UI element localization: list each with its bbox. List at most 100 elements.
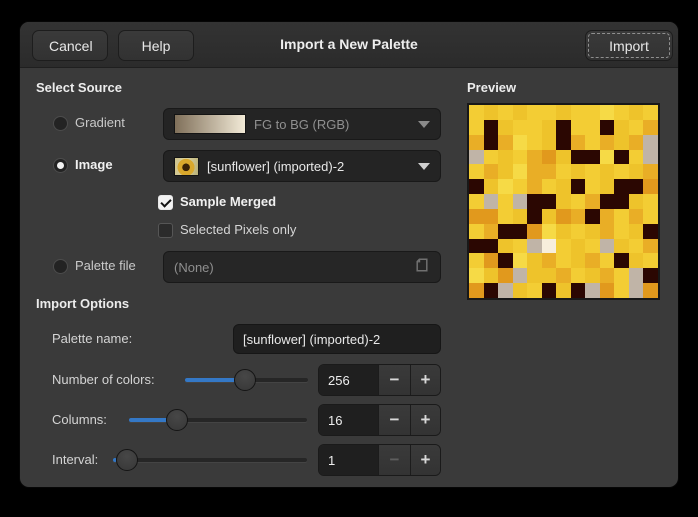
palette-preview-cell xyxy=(469,194,484,209)
palette-preview-cell xyxy=(571,135,586,150)
palette-preview-cell xyxy=(614,179,629,194)
columns-spinner: 16 − + xyxy=(318,404,441,436)
palette-preview-cell xyxy=(469,239,484,254)
palette-preview-cell xyxy=(585,209,600,224)
import-button[interactable]: Import xyxy=(585,30,673,61)
import-palette-dialog: Cancel Help Import a New Palette Import … xyxy=(20,22,678,487)
palette-preview-cell xyxy=(498,209,513,224)
palette-file-radio[interactable] xyxy=(53,259,68,274)
palette-preview-cell xyxy=(469,164,484,179)
palette-preview-cell xyxy=(469,283,484,298)
palette-preview-cell xyxy=(542,253,557,268)
palette-preview-cell xyxy=(542,268,557,283)
sample-merged-checkbox[interactable] xyxy=(158,195,173,210)
palette-preview-cell xyxy=(542,135,557,150)
palette-preview-cell xyxy=(527,135,542,150)
palette-preview-cell xyxy=(513,164,528,179)
palette-preview-cell xyxy=(600,120,615,135)
palette-preview-cell xyxy=(498,194,513,209)
palette-preview-cell xyxy=(643,194,658,209)
palette-preview-cell xyxy=(556,268,571,283)
minus-button[interactable]: − xyxy=(378,405,410,435)
columns-value[interactable]: 16 xyxy=(319,405,378,435)
palette-preview-cell xyxy=(571,268,586,283)
number-of-colors-label: Number of colors: xyxy=(52,372,155,388)
palette-preview-cell xyxy=(556,120,571,135)
chevron-down-icon xyxy=(418,163,430,170)
palette-preview-cell xyxy=(571,194,586,209)
columns-slider[interactable] xyxy=(129,409,307,431)
palette-preview-cell xyxy=(614,283,629,298)
palette-preview-cell xyxy=(469,120,484,135)
gradient-radio[interactable] xyxy=(53,116,68,131)
interval-spinner: 1 − + xyxy=(318,444,441,476)
image-select[interactable]: [sunflower] (imported)-2 xyxy=(163,150,441,182)
palette-preview-cell xyxy=(469,150,484,165)
palette-preview-cell xyxy=(585,150,600,165)
palette-preview-cell xyxy=(643,179,658,194)
gradient-select[interactable]: FG to BG (RGB) xyxy=(163,108,441,140)
palette-preview-cell xyxy=(484,120,499,135)
minus-button[interactable]: − xyxy=(378,365,410,395)
palette-preview-cell xyxy=(614,150,629,165)
slider-track[interactable] xyxy=(113,458,307,462)
palette-file-chooser-button[interactable]: (None) xyxy=(163,251,441,283)
slider-handle[interactable] xyxy=(116,449,138,471)
palette-preview-cell xyxy=(643,239,658,254)
palette-preview-cell xyxy=(484,105,499,120)
palette-preview-cell xyxy=(513,224,528,239)
palette-preview-cell xyxy=(585,239,600,254)
selected-pixels-label: Selected Pixels only xyxy=(180,222,296,238)
palette-preview-cell xyxy=(484,283,499,298)
slider-handle[interactable] xyxy=(166,409,188,431)
palette-preview-cell xyxy=(600,135,615,150)
palette-preview-cell xyxy=(585,194,600,209)
palette-preview-cell xyxy=(556,179,571,194)
palette-preview-cell xyxy=(571,239,586,254)
palette-preview xyxy=(467,103,660,300)
palette-preview-cell xyxy=(643,283,658,298)
palette-preview-cell xyxy=(498,164,513,179)
palette-preview-cell xyxy=(469,253,484,268)
plus-button[interactable]: + xyxy=(410,445,440,475)
file-icon xyxy=(414,257,430,278)
number-of-colors-spinner: 256 − + xyxy=(318,364,441,396)
interval-slider[interactable] xyxy=(113,449,307,471)
plus-button[interactable]: + xyxy=(410,365,440,395)
selected-pixels-checkbox[interactable] xyxy=(158,223,173,238)
image-radio[interactable] xyxy=(53,158,68,173)
palette-preview-cell xyxy=(484,179,499,194)
palette-preview-cell xyxy=(600,268,615,283)
palette-name-input[interactable] xyxy=(233,324,441,354)
palette-preview-cell xyxy=(629,283,644,298)
palette-preview-cell xyxy=(542,224,557,239)
palette-preview-cell xyxy=(643,164,658,179)
palette-preview-cell xyxy=(614,194,629,209)
palette-preview-cell xyxy=(614,239,629,254)
palette-preview-cell xyxy=(498,150,513,165)
slider-handle[interactable] xyxy=(234,369,256,391)
image-radio-label: Image xyxy=(75,157,113,173)
palette-preview-cell xyxy=(571,209,586,224)
palette-preview-cell xyxy=(600,209,615,224)
palette-preview-cell xyxy=(498,135,513,150)
palette-preview-cell xyxy=(513,105,528,120)
plus-button[interactable]: + xyxy=(410,405,440,435)
palette-preview-cell xyxy=(556,150,571,165)
palette-preview-cell xyxy=(556,194,571,209)
interval-value[interactable]: 1 xyxy=(319,445,378,475)
palette-preview-cell xyxy=(542,283,557,298)
number-of-colors-value[interactable]: 256 xyxy=(319,365,378,395)
number-of-colors-slider[interactable] xyxy=(185,369,308,391)
palette-preview-cell xyxy=(585,283,600,298)
palette-preview-cell xyxy=(527,209,542,224)
palette-preview-cell xyxy=(571,283,586,298)
palette-preview-cell xyxy=(585,164,600,179)
palette-file-value: (None) xyxy=(174,260,214,275)
gradient-swatch xyxy=(174,114,246,134)
palette-preview-cell xyxy=(527,164,542,179)
palette-preview-cell xyxy=(498,268,513,283)
palette-preview-cell xyxy=(527,120,542,135)
palette-preview-grid xyxy=(469,105,658,298)
palette-preview-cell xyxy=(498,253,513,268)
